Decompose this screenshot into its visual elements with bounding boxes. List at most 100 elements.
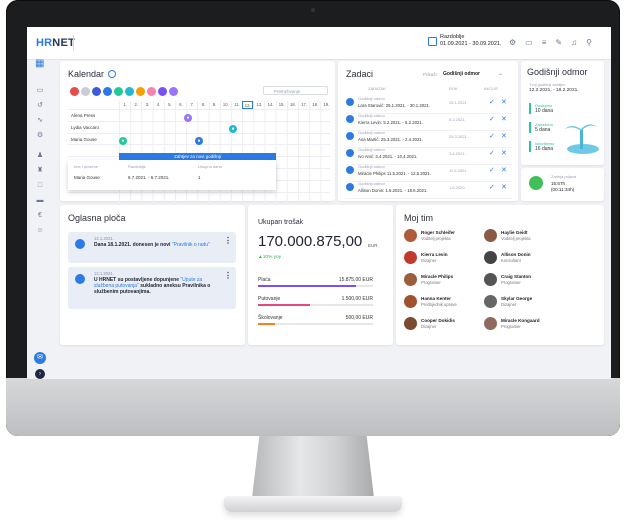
reject-icon[interactable]: ✕ (501, 98, 507, 106)
member-role: Dizajner (421, 258, 437, 263)
leave-marker[interactable]: ● (195, 137, 203, 145)
approve-icon[interactable]: ✓ (489, 98, 495, 106)
avatar[interactable] (81, 87, 90, 96)
task-row[interactable]: Godišnji odmor Allison Donin: 1.6.2021. -… (346, 179, 512, 199)
settings-icon[interactable]: ⚙ (509, 38, 516, 47)
attendance-time: 15:57h (551, 181, 566, 186)
chevron-down-icon[interactable]: ⌄ (498, 70, 503, 77)
calendar-row[interactable]: Lydia Vaccaro (68, 120, 330, 133)
task-type: Godišnji odmor (358, 113, 385, 118)
day-number: 7. (186, 101, 197, 109)
member-role: Voditelj projekta (501, 236, 531, 241)
team-member[interactable]: Miracle Kongaard Programer (484, 317, 554, 331)
notice-item[interactable]: 12.1.2021. Dana 18.1.2021. donesen je no… (68, 232, 236, 263)
plane-icon (346, 132, 354, 140)
avatar[interactable] (158, 87, 167, 96)
bell-icon[interactable]: ♫ (571, 38, 577, 47)
team-member[interactable]: Allison Donin Konzultant (484, 251, 554, 265)
approve-icon[interactable]: ✓ (489, 183, 495, 191)
approve-icon[interactable]: ✓ (489, 149, 495, 157)
team-member[interactable]: Cooper Dokidis Dizajner (404, 317, 474, 331)
attendance-card: Zadnja prijava 15:57h (00:11:34h) (521, 168, 604, 201)
megaphone-icon (75, 274, 85, 284)
approve-icon[interactable]: ✓ (489, 166, 495, 174)
popup-title[interactable]: Zahtjev za novi godišnji (119, 153, 276, 160)
avatar[interactable] (169, 87, 178, 96)
approve-icon[interactable]: ✓ (489, 132, 495, 140)
popup-col-name: Ime i prezime (74, 164, 99, 169)
popup-col-days: Ukupno dana (198, 164, 222, 169)
search-icon[interactable]: ⚲ (586, 38, 592, 47)
avatar (404, 273, 417, 286)
more-icon[interactable]: ⋮ (224, 236, 232, 245)
attendance-label: Zadnja prijava (551, 174, 577, 179)
leave-period-label: Tvoj godišnji zahtjev (529, 82, 566, 87)
cost-card: Ukupan trošak 170.000.875,00 EUR ▲10% yo… (248, 205, 393, 345)
money-icon[interactable]: € (36, 212, 44, 220)
avatar (484, 251, 497, 264)
history-icon[interactable]: ↺ (36, 102, 44, 110)
gift-icon[interactable]: □ (36, 182, 44, 190)
team-member[interactable]: Skylar George Dizajner (484, 295, 554, 309)
calendar-row[interactable]: Alena Press (68, 109, 330, 121)
reject-icon[interactable]: ✕ (501, 183, 507, 191)
avatar[interactable] (125, 87, 134, 96)
leave-marker[interactable]: ● (119, 137, 127, 145)
avatar (404, 317, 417, 330)
monitor-icon[interactable]: ▭ (36, 87, 44, 95)
avatar[interactable] (70, 87, 79, 96)
team-member[interactable]: Haylie Geidt Voditelj projekta (484, 229, 554, 243)
approve-icon[interactable]: ✓ (489, 115, 495, 123)
reject-icon[interactable]: ✕ (501, 166, 507, 174)
clock-icon (529, 176, 543, 190)
employee-name: Maria Gouse (71, 136, 97, 142)
leave-marker[interactable]: ● (229, 125, 237, 133)
stat-used: Iskorišteno 16 dana (529, 141, 554, 152)
calendar-icon[interactable]: ▭ (525, 38, 533, 47)
day-number: 16. (286, 101, 298, 109)
team-member[interactable]: Roger Schleifer Voditelj projekta (404, 229, 474, 243)
team-member[interactable]: Hanna Kenter Predsjednik uprave (404, 295, 474, 309)
edit-icon[interactable]: ✎ (555, 38, 562, 47)
period-selector[interactable]: Razdoblje 01.09.2021 - 30.09.2021. (428, 34, 501, 48)
stat-available: Dostupno 10 dana (529, 103, 553, 114)
reject-icon[interactable]: ✕ (501, 149, 507, 157)
task-date: 25.3.2021. (449, 134, 468, 139)
filter-select[interactable]: Godišnji odmor (443, 71, 480, 77)
search-input[interactable]: Pretraživanje (263, 86, 328, 95)
gear-icon[interactable]: ⚙ (36, 132, 44, 140)
leave-marker[interactable]: ● (184, 114, 192, 122)
calendar-row[interactable] (68, 191, 330, 204)
notice-link[interactable]: "Pravilnik o radu" (172, 242, 210, 248)
avatar[interactable] (103, 87, 112, 96)
reject-icon[interactable]: ✕ (501, 132, 507, 140)
chat-icon[interactable]: ✉ (34, 352, 46, 364)
team-icon[interactable]: ♟ (36, 152, 44, 160)
team-member[interactable]: Craig Stanton Programer (484, 273, 554, 287)
task-type: Godišnji odmor (358, 147, 385, 152)
reject-icon[interactable]: ✕ (501, 115, 507, 123)
expand-icon[interactable]: › (35, 369, 45, 379)
avatar[interactable] (136, 87, 145, 96)
day-number: 9. (208, 101, 220, 109)
user-icon[interactable]: ☺ (36, 227, 44, 235)
day-number: 15. (275, 101, 287, 109)
member-name: Allison Donin (501, 252, 531, 257)
apps-grid-icon[interactable]: ▦ (35, 59, 45, 69)
team-member[interactable]: Miracle Philips Programer (404, 273, 474, 287)
member-role: Programer (501, 324, 521, 329)
team-member[interactable]: Kierra Levin Dizajner (404, 251, 474, 265)
badge-icon[interactable]: ♜ (36, 167, 44, 175)
plane-icon (346, 98, 354, 106)
more-icon[interactable]: ⋮ (224, 271, 232, 280)
avatar[interactable] (147, 87, 156, 96)
chart-icon[interactable]: ∿ (36, 117, 44, 125)
avatar[interactable] (114, 87, 123, 96)
avatar[interactable] (92, 87, 101, 96)
logo[interactable]: HRNET (36, 37, 75, 49)
task-desc: Kierra Levin: 5.2.2021. - 6.2.2021. (358, 120, 423, 125)
info-icon[interactable] (108, 70, 116, 78)
notice-item[interactable]: 12.1.2021. U HRNET su postavljene dopunj… (68, 267, 236, 309)
card-icon[interactable]: ▬ (36, 197, 44, 205)
list-icon[interactable]: ≡ (542, 38, 547, 47)
